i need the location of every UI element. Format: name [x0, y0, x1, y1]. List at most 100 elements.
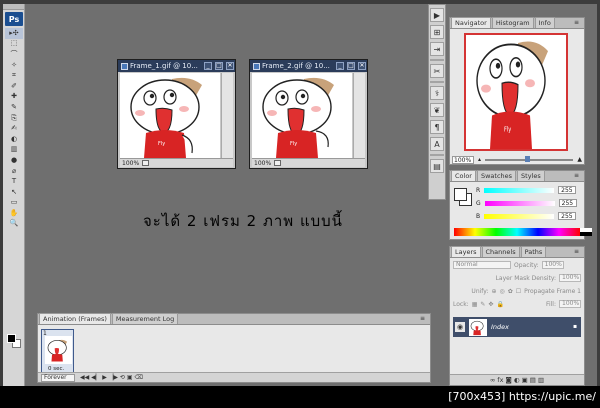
minimize-icon[interactable]: _: [336, 62, 344, 70]
notes-panel-icon[interactable]: ▤: [430, 159, 444, 173]
black-white-ramp[interactable]: [580, 228, 592, 236]
zoom-tool-icon[interactable]: 🔍: [5, 219, 23, 230]
gradient-tool-icon[interactable]: ▥: [5, 145, 23, 156]
red-channel-value[interactable]: 255: [558, 186, 577, 194]
mask-density-field[interactable]: 100%: [559, 274, 581, 282]
navigator-preview[interactable]: Fly: [464, 33, 568, 151]
minimize-icon[interactable]: _: [204, 62, 212, 70]
foreground-color-swatch[interactable]: [7, 334, 16, 343]
zoom-slider-knob[interactable]: [524, 155, 530, 162]
green-channel-value[interactable]: 255: [558, 199, 577, 207]
document-window-frame-1[interactable]: Frame_1.gif @ 10... _ □ ✕ Fly 100%: [117, 59, 236, 169]
unify-style-icon[interactable]: ✿: [508, 288, 513, 295]
blue-channel-value[interactable]: 255: [558, 212, 577, 220]
tab-histogram[interactable]: Histogram: [491, 17, 534, 28]
brush-tool-icon[interactable]: ✎: [5, 102, 23, 113]
tools-panel: Ps ▸✣ ⬚ ⌒ ✧ ⌗ ✐ ✚ ✎ ⎘ ✍ ◐ ▥ ● ⌀ T ↖ ▭ ✋ …: [3, 4, 25, 388]
navigator-zoom-slider[interactable]: [485, 155, 574, 162]
healing-brush-tool-icon[interactable]: ✚: [5, 92, 23, 103]
color-spectrum-bar[interactable]: [454, 228, 580, 236]
status-menu-icon[interactable]: [142, 160, 150, 166]
clone-stamp-tool-icon[interactable]: ⎘: [5, 113, 23, 124]
paragraph-panel-icon[interactable]: ¶: [430, 120, 444, 134]
type-tool-icon[interactable]: T: [5, 176, 23, 187]
lock-image-icon[interactable]: ✎: [480, 301, 485, 308]
lock-all-icon[interactable]: 🔒: [496, 301, 503, 308]
layer-name[interactable]: Index: [491, 323, 569, 331]
status-menu-icon[interactable]: [274, 160, 282, 166]
foreground-color-box[interactable]: [454, 188, 467, 201]
layer-visibility-eye-icon[interactable]: ◉: [455, 322, 465, 332]
zoom-in-icon[interactable]: ▲: [577, 156, 582, 163]
document-zoom-level[interactable]: 100%: [122, 160, 139, 167]
tab-measurement-log[interactable]: Measurement Log: [111, 313, 179, 324]
document-title-bar[interactable]: Frame_1.gif @ 10... _ □ ✕: [118, 60, 235, 72]
brush-presets-panel-icon[interactable]: ❦: [430, 103, 444, 117]
document-zoom-level[interactable]: 100%: [254, 160, 271, 167]
lasso-tool-icon[interactable]: ⌒: [5, 49, 23, 60]
marquee-tool-icon[interactable]: ⬚: [5, 39, 23, 50]
green-channel-slider[interactable]: [484, 200, 555, 206]
playback-controls[interactable]: ◀◀ ◀▏ ▶ ▕▶ ⟲ ▣ ⌫: [80, 374, 143, 381]
panel-menu-icon[interactable]: ≡: [574, 20, 582, 26]
crop-tool-icon[interactable]: ⌗: [5, 70, 23, 81]
eraser-tool-icon[interactable]: ◐: [5, 134, 23, 145]
panel-menu-icon[interactable]: ≡: [420, 316, 428, 322]
maximize-icon[interactable]: □: [347, 62, 355, 70]
loop-options-select[interactable]: Forever: [41, 373, 75, 382]
actions-panel-icon[interactable]: ▶: [430, 8, 444, 22]
blur-tool-icon[interactable]: ●: [5, 155, 23, 166]
document-title-bar[interactable]: Frame_2.gif @ 10... _ □ ✕: [250, 60, 367, 72]
tab-channels[interactable]: Channels: [481, 246, 520, 257]
history-brush-tool-icon[interactable]: ✍: [5, 123, 23, 134]
animation-frame-1[interactable]: 1 0 sec.: [41, 329, 74, 373]
lock-transparent-icon[interactable]: ▦: [472, 301, 478, 308]
panel-menu-icon[interactable]: ≡: [574, 173, 582, 179]
hand-tool-icon[interactable]: ✋: [5, 208, 23, 219]
document-vertical-scrollbar[interactable]: [353, 73, 365, 158]
red-channel-slider[interactable]: [484, 187, 555, 193]
brushes-panel-icon[interactable]: ⚕: [430, 86, 444, 100]
opacity-field[interactable]: 100%: [541, 261, 564, 269]
document-vertical-scrollbar[interactable]: [221, 73, 233, 158]
close-icon[interactable]: ✕: [226, 62, 234, 70]
document-canvas[interactable]: Fly: [252, 73, 352, 158]
tab-paths[interactable]: Paths: [520, 246, 547, 257]
character-panel-icon[interactable]: A: [430, 137, 444, 151]
image-watermark: [700x453] https://upic.me/: [448, 390, 596, 403]
shape-tool-icon[interactable]: ▭: [5, 198, 23, 209]
tab-info[interactable]: Info: [534, 17, 555, 28]
quick-select-tool-icon[interactable]: ✧: [5, 60, 23, 71]
unify-visibility-icon[interactable]: ◎: [499, 288, 504, 295]
dodge-tool-icon[interactable]: ⌀: [5, 166, 23, 177]
unify-position-icon[interactable]: ⊕: [491, 288, 496, 295]
panel-menu-icon[interactable]: ≡: [574, 249, 582, 255]
fill-field[interactable]: 100%: [559, 300, 581, 308]
zoom-out-icon[interactable]: ▴: [478, 156, 481, 163]
document-canvas[interactable]: Fly: [120, 73, 220, 158]
move-tool-icon[interactable]: ▸✣: [5, 28, 23, 39]
layer-row-index[interactable]: ◉ Index ▪: [453, 317, 581, 337]
tools-panel-grip[interactable]: [3, 4, 24, 10]
propagate-checkbox[interactable]: ☐: [516, 288, 521, 295]
tab-swatches[interactable]: Swatches: [476, 170, 517, 181]
tab-color[interactable]: Color: [451, 170, 476, 181]
layer-footer-actions[interactable]: ∞ fx ◙ ◐ ▣ ▤ ▥: [490, 376, 544, 384]
clone-source-panel-icon[interactable]: ✂: [430, 64, 444, 78]
tab-styles[interactable]: Styles: [517, 170, 545, 181]
tab-animation-frames[interactable]: Animation (Frames): [39, 313, 111, 324]
document-window-frame-2[interactable]: Frame_2.gif @ 10... _ □ ✕ Fly 100%: [249, 59, 368, 169]
tab-navigator[interactable]: Navigator: [451, 17, 491, 28]
tab-layers[interactable]: Layers: [451, 246, 481, 257]
navigator-zoom-field[interactable]: 100%: [452, 155, 474, 164]
maximize-icon[interactable]: □: [215, 62, 223, 70]
history-panel-icon[interactable]: ⊞: [430, 25, 444, 39]
close-icon[interactable]: ✕: [358, 62, 366, 70]
path-selection-tool-icon[interactable]: ↖: [5, 187, 23, 198]
blue-channel-slider[interactable]: [484, 213, 555, 219]
lock-position-icon[interactable]: ✥: [488, 301, 493, 308]
tool-presets-panel-icon[interactable]: ⇥: [430, 42, 444, 56]
svg-text:Fly: Fly: [504, 127, 512, 134]
eyedropper-tool-icon[interactable]: ✐: [5, 81, 23, 92]
blend-mode-select[interactable]: Normal: [453, 261, 511, 269]
